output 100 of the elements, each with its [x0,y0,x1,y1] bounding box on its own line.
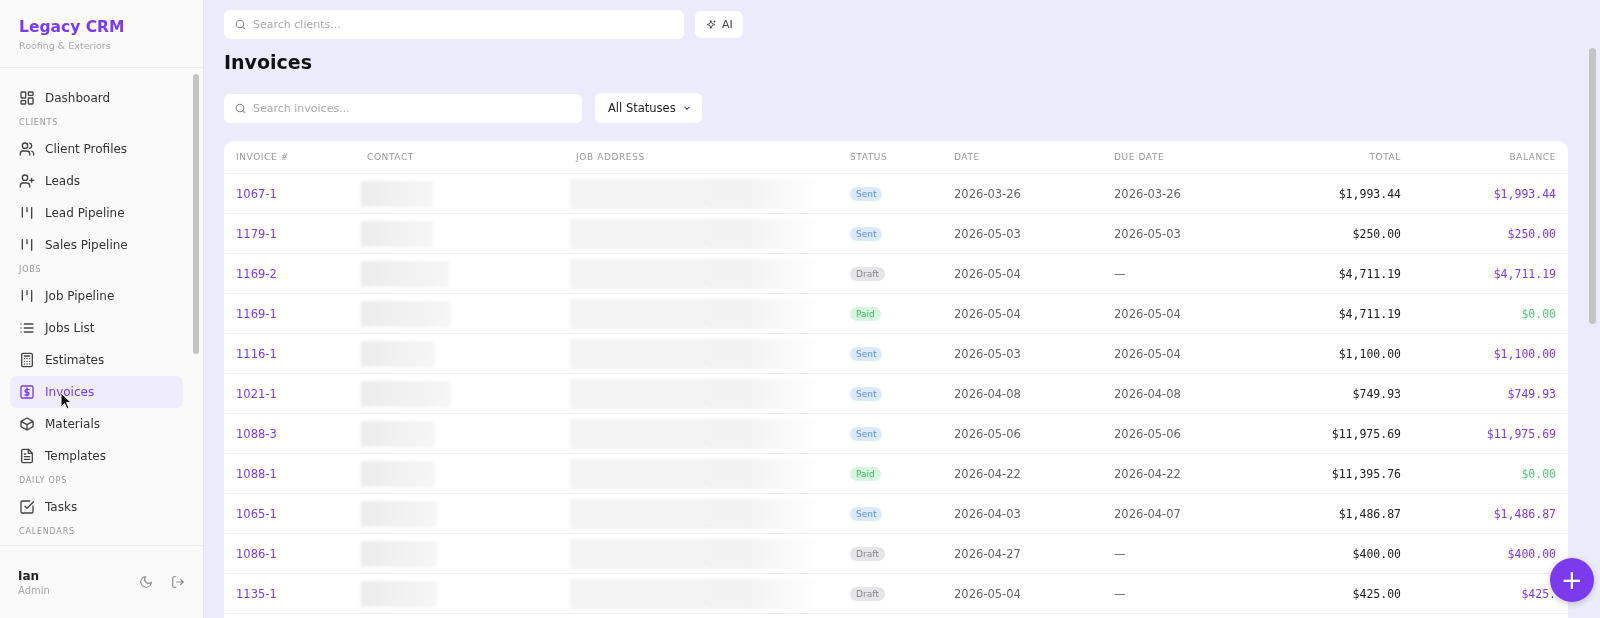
status-badge: Draft [850,267,885,281]
status-badge: Sent [850,387,883,401]
due-date-cell-text: 2026-04-22 [1113,466,1182,481]
column-header: CONTACT [366,152,415,162]
sparkle-icon [705,18,717,31]
invoice-link[interactable]: 1065-1 [236,506,277,521]
date-cell-text: 2026-04-27 [953,546,1022,561]
date-cell-text: 2026-05-04 [953,266,1022,281]
section-label: DAILY OPS [18,475,69,487]
column-header: TOTAL [1368,152,1402,162]
status-badge: Paid [850,307,881,321]
column-header: JOB ADDRESS [574,152,646,162]
date-cell-text: 2026-05-03 [953,226,1022,241]
sidebar-item[interactable]: Invoices [10,376,183,408]
user-name: Ian [18,568,41,583]
total-cell-text: $425.00 [1351,586,1402,601]
scrollbar-thumb[interactable] [1589,48,1596,324]
total-cell-text: $1,993.44 [1337,186,1402,201]
sidebar-item[interactable]: Lead Pipeline [10,197,183,229]
balance-cell-text: $11,975.69 [1485,426,1557,441]
status-dropdown[interactable]: All Statuses [595,93,702,123]
due-date-cell-text: 2026-04-07 [1113,506,1182,521]
total-cell-text: $1,100.00 [1337,346,1402,361]
invoice-link[interactable]: 1116-1 [236,346,277,361]
app-subtitle: Roofing & Exteriors [19,40,112,51]
due-date-cell-text: 2026-05-03 [1113,226,1182,241]
status-badge: Draft [850,547,885,561]
box-icon [19,416,35,432]
user-role: Admin [18,584,51,596]
dollar-icon [19,384,35,400]
invoice-link[interactable]: 1135-1 [236,586,277,601]
list-icon [19,320,35,336]
date-cell-text: 2026-05-03 [953,346,1022,361]
date-cell-text: 2026-05-06 [953,426,1022,441]
total-cell-text: $1,486.87 [1337,506,1402,521]
sidebar-item[interactable]: Client Profiles [10,133,183,165]
due-date-cell-text: — [1113,586,1127,601]
sidebar-item[interactable]: Leads [10,165,183,197]
status-badge: Draft [850,587,885,601]
ai-button[interactable]: AI [695,11,743,38]
column-header: DUE DATE [1113,152,1166,162]
column-header: STATUS [849,152,889,162]
sidebar-item[interactable]: Estimates [10,344,183,376]
columns-icon [19,288,35,304]
invoice-link[interactable]: 1088-1 [236,466,277,481]
total-cell-text: $11,395.76 [1330,466,1402,481]
sidebar-item[interactable]: Templates [10,440,183,472]
users-icon [19,141,35,157]
date-cell-text: 2026-05-04 [953,586,1022,601]
invoice-link[interactable]: 1021-1 [236,386,277,401]
sidebar-item[interactable]: Dashboard [10,82,183,114]
total-cell-text: $749.93 [1351,386,1402,401]
column-header: DATE [953,152,981,162]
search-field[interactable]: Search clients... [224,10,684,39]
total-cell-text: $11,975.69 [1330,426,1402,441]
status-badge: Sent [850,507,883,521]
sidebar-item[interactable]: Jobs List [10,312,183,344]
search-field[interactable]: Search invoices... [224,93,582,123]
moon-icon[interactable] [139,575,153,589]
sidebar-item[interactable]: Job Pipeline [10,280,183,312]
balance-cell-text: $749.93 [1506,386,1557,401]
balance-cell-text: $1,100.00 [1492,346,1557,361]
logout-icon[interactable] [171,575,185,589]
column-header: INVOICE # [235,152,290,162]
status-badge: Paid [850,467,881,481]
date-cell-text: 2026-04-08 [953,386,1022,401]
due-date-cell-text: 2026-05-04 [1113,306,1182,321]
invoice-link[interactable]: 1169-1 [236,306,277,321]
app-title: Legacy CRM [19,18,126,36]
sidebar-item[interactable]: Materials [10,408,183,440]
total-cell-text: $4,711.19 [1337,306,1402,321]
invoice-link[interactable]: 1088-3 [236,426,277,441]
due-date-cell-text: 2026-03-26 [1113,186,1182,201]
status-badge: Sent [850,227,883,241]
page-title: Invoices [224,51,313,75]
total-cell-text: $250.00 [1351,226,1402,241]
invoice-link[interactable]: 1086-1 [236,546,277,561]
total-cell-text: $4,711.19 [1337,266,1402,281]
section-label: CALENDARS [18,526,76,538]
status-badge: Sent [850,427,883,441]
calculator-icon [19,352,35,368]
document-icon [19,448,35,464]
due-date-cell-text: 2026-05-06 [1113,426,1182,441]
date-cell-text: 2026-05-04 [953,306,1022,321]
column-header: BALANCE [1508,152,1557,162]
sidebar-item[interactable]: Tasks [10,491,183,523]
invoice-link[interactable]: 1067-1 [236,186,277,201]
user-plus-icon [19,173,35,189]
invoice-link[interactable]: 1169-2 [236,266,277,281]
scrollbar-thumb[interactable] [193,74,199,354]
sidebar-item[interactable]: Sales Pipeline [10,229,183,261]
balance-cell-text: $250.00 [1506,226,1557,241]
balance-cell-text: $1,486.87 [1492,506,1557,521]
checkbox-icon [19,499,35,515]
section-label: JOBS [17,264,43,276]
due-date-cell-text: 2026-04-08 [1113,386,1182,401]
balance-cell-text: $0.00 [1520,466,1557,481]
invoice-link[interactable]: 1179-1 [236,226,277,241]
columns-icon [19,205,35,221]
status-badge: Sent [850,347,883,361]
